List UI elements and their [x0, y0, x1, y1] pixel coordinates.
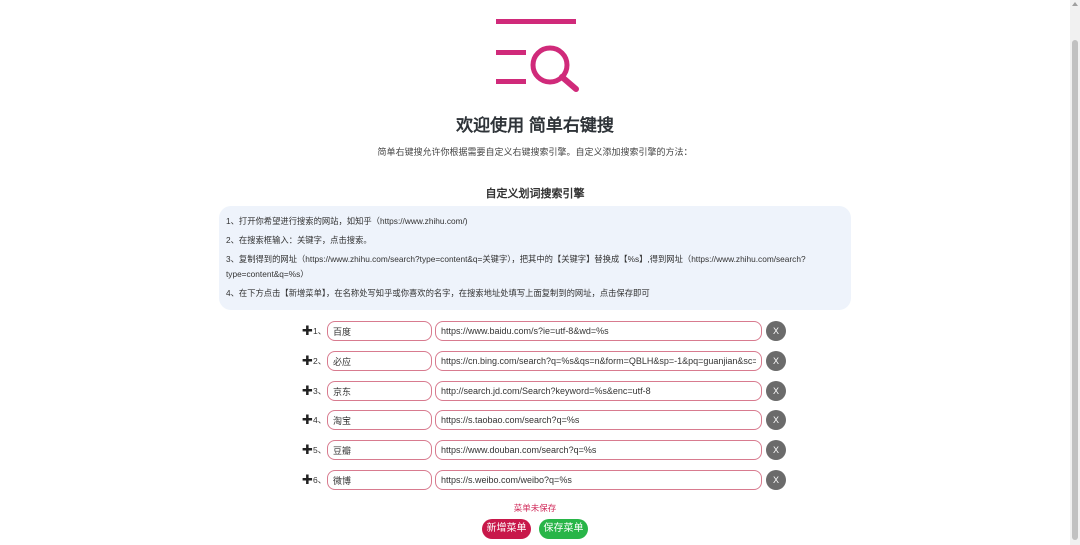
- engine-row: ✚ 4、 X: [302, 410, 792, 430]
- scroll-up-arrow-icon[interactable]: [1072, 2, 1078, 6]
- engine-number: 4、: [313, 415, 327, 425]
- engine-url-input[interactable]: [435, 470, 762, 490]
- add-menu-button[interactable]: 新增菜单: [482, 519, 531, 539]
- move-cross-icon[interactable]: ✚: [302, 440, 313, 460]
- engine-name-input[interactable]: [327, 440, 432, 460]
- engine-row: ✚ 1、 X: [302, 321, 792, 341]
- engine-number: 3、: [313, 386, 327, 396]
- engine-number: 1、: [313, 326, 327, 336]
- engine-number: 5、: [313, 445, 327, 455]
- vertical-scrollbar[interactable]: [1070, 0, 1080, 545]
- engine-row: ✚ 2、 X: [302, 351, 792, 371]
- move-cross-icon[interactable]: ✚: [302, 381, 313, 401]
- list-search-logo-icon: [496, 19, 579, 92]
- engine-name-input[interactable]: [327, 381, 432, 401]
- engine-name-input[interactable]: [327, 351, 432, 371]
- engine-url-input[interactable]: [435, 351, 762, 371]
- page: 欢迎使用 简单右键搜 简单右键搜允许你根据需要自定义右键搜索引擎。自定义添加搜索…: [0, 0, 1070, 545]
- engine-url-input[interactable]: [435, 381, 762, 401]
- engine-url-input[interactable]: [435, 321, 762, 341]
- move-cross-icon[interactable]: ✚: [302, 470, 313, 490]
- page-subtitle: 简单右键搜允许你根据需要自定义右键搜索引擎。自定义添加搜索引擎的方法：: [377, 147, 693, 157]
- page-title: 欢迎使用 简单右键搜: [456, 116, 614, 135]
- engine-name-input[interactable]: [327, 410, 432, 430]
- engine-name-input[interactable]: [327, 470, 432, 490]
- delete-engine-button[interactable]: X: [766, 470, 786, 490]
- save-menu-button[interactable]: 保存菜单: [539, 519, 588, 539]
- save-status-text: 菜单未保存: [513, 503, 557, 513]
- delete-engine-button[interactable]: X: [766, 381, 786, 401]
- engine-number: 2、: [313, 356, 327, 366]
- engine-url-input[interactable]: [435, 410, 762, 430]
- instructions-panel: 1、打开你希望进行搜索的网站，如知乎（https://www.zhihu.com…: [219, 206, 851, 310]
- instruction-step: 2、在搜索框输入：关键字，点击搜索。: [226, 235, 372, 245]
- move-cross-icon[interactable]: ✚: [302, 351, 313, 371]
- instruction-step: 4、在下方点击【新增菜单】，在名称处写知乎或你喜欢的名字，在搜索地址处填写上面复…: [226, 288, 650, 298]
- engine-row: ✚ 3、 X: [302, 381, 792, 401]
- move-cross-icon[interactable]: ✚: [302, 321, 313, 341]
- instruction-step: 3、复制得到的网址（https://www.zhihu.com/search?t…: [226, 254, 806, 279]
- section-title: 自定义划词搜索引擎: [485, 188, 585, 200]
- delete-engine-button[interactable]: X: [766, 321, 786, 341]
- engine-number: 6、: [313, 475, 327, 485]
- instruction-step: 1、打开你希望进行搜索的网站，如知乎（https://www.zhihu.com…: [226, 216, 468, 226]
- scrollbar-thumb[interactable]: [1072, 40, 1078, 540]
- delete-engine-button[interactable]: X: [766, 351, 786, 371]
- engine-url-input[interactable]: [435, 440, 762, 460]
- engine-row: ✚ 6、 X: [302, 470, 792, 490]
- move-cross-icon[interactable]: ✚: [302, 410, 313, 430]
- engine-name-input[interactable]: [327, 321, 432, 341]
- engine-row: ✚ 5、 X: [302, 440, 792, 460]
- delete-engine-button[interactable]: X: [766, 440, 786, 460]
- delete-engine-button[interactable]: X: [766, 410, 786, 430]
